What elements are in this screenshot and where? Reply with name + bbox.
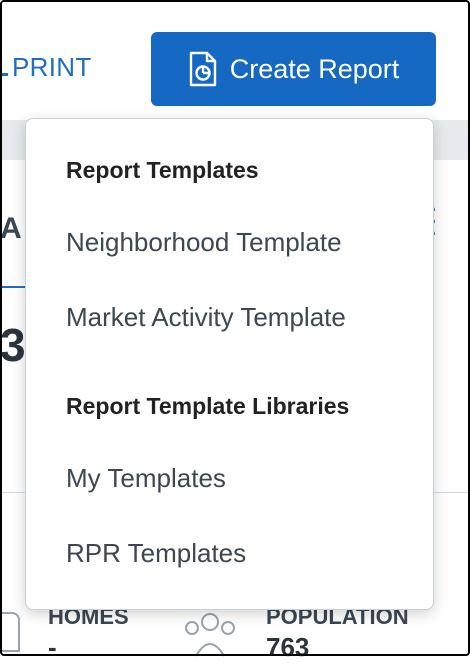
create-report-label: Create Report: [229, 53, 400, 84]
print-link-icon-edge: [0, 55, 8, 76]
people-icon: [180, 610, 240, 663]
homes-value: -: [48, 632, 57, 662]
report-document-icon: [188, 51, 218, 87]
print-link[interactable]: PRINT: [0, 52, 92, 83]
menu-item-market-activity-template[interactable]: Market Activity Template: [66, 302, 346, 333]
partial-value: 3: [0, 319, 26, 371]
partial-heading: A: [0, 212, 22, 245]
homes-icon: [0, 612, 20, 652]
menu-item-my-templates[interactable]: My Templates: [66, 463, 226, 494]
menu-item-rpr-templates[interactable]: RPR Templates: [66, 538, 246, 569]
menu-header-report-templates: Report Templates: [66, 157, 259, 183]
create-report-menu: Report Templates Neighborhood Template M…: [25, 118, 434, 610]
active-tab-underline: [0, 286, 26, 288]
create-report-button[interactable]: Create Report: [151, 32, 436, 106]
print-label: PRINT: [12, 52, 92, 82]
menu-item-neighborhood-template[interactable]: Neighborhood Template: [66, 227, 342, 258]
population-value: 763: [266, 632, 310, 662]
menu-header-template-libraries: Report Template Libraries: [66, 393, 350, 419]
